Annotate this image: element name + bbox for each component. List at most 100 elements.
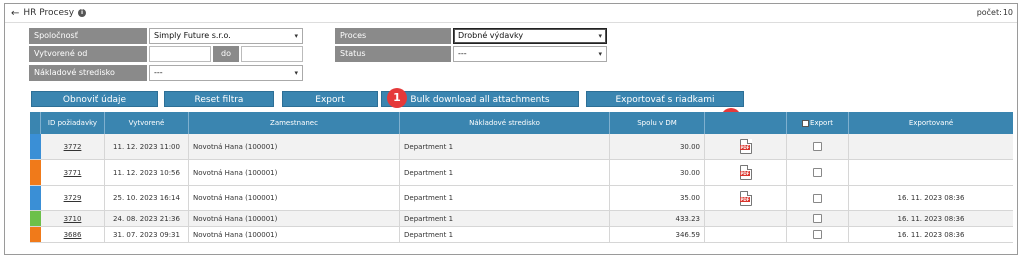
export-cell [787,134,849,159]
company-select[interactable]: Simply Future s.r.o. ▾ [149,28,303,44]
request-id-link[interactable]: 3710 [64,215,82,223]
export-cell [787,186,849,210]
employee-cell: Novotná Hana (100001) [189,186,400,210]
pdf-icon[interactable] [739,139,752,154]
status-label: Status [335,46,451,62]
total-cell: 30.00 [610,134,705,159]
header-employee[interactable]: Zamestnanec [189,112,400,134]
header-exported[interactable]: Exportované [849,112,1013,134]
table-row: 3771 11. 12. 2023 10:56 Novotná Hana (1000… [30,160,1013,186]
company-label: Spoločnosť [29,28,147,44]
created-to-input[interactable] [241,46,303,62]
attachment-cell [705,186,787,210]
process-select-value: Drobné výdavky [458,31,524,40]
table-row: 3729 25. 10. 2023 16:14 Novotná Hana (1000… [30,186,1013,211]
annotation-marker-1: 1 [387,88,407,108]
status-select[interactable]: --- ▾ [453,46,607,62]
export-with-rows-button[interactable]: Exportovať s riadkami [586,91,744,107]
export-checkbox[interactable] [813,230,822,239]
cost-center-cell: Department 1 [400,227,610,242]
exported-cell: 16. 11. 2023 08:36 [897,214,965,223]
id-cell: 3710 [41,211,105,226]
pdf-icon[interactable] [739,190,752,206]
exported-cell: 16. 11. 2023 08:36 [897,230,965,239]
request-id-link[interactable]: 3772 [64,143,82,151]
table-row: 3710 24. 08. 2023 21:36 Novotná Hana (1000… [30,211,1013,227]
header-export-label: Export [810,119,833,127]
chevron-down-icon: ▾ [598,32,602,40]
created-to-label: do [213,46,239,62]
count-value: 10 [1002,8,1013,17]
chevron-down-icon: ▾ [294,69,298,77]
header-total[interactable]: Spolu v DM [610,112,705,134]
export-cell [787,211,849,226]
export-checkbox[interactable] [813,214,822,223]
chevron-down-icon: ▾ [294,32,298,40]
info-icon[interactable]: i [78,9,87,17]
created-cell: 25. 10. 2023 16:14 [105,186,189,210]
employee-cell: Novotná Hana (100001) [189,134,400,159]
table-row: 3686 31. 07. 2023 09:31 Novotná Hana (1000… [30,227,1013,243]
attachment-cell [705,134,787,159]
cost-center-cell: Department 1 [400,186,610,210]
cost-center-select[interactable]: --- ▾ [149,65,303,81]
count-label: počet: [976,8,1002,17]
created-cell: 11. 12. 2023 11:00 [105,134,189,159]
total-cell: 346.59 [610,227,705,242]
select-all-export-checkbox[interactable] [802,119,810,127]
status-stripe [30,134,41,159]
status-stripe [30,211,41,226]
created-from-label: Vytvorené od [29,46,147,62]
export-checkbox[interactable] [813,168,822,177]
total-cell: 433.23 [610,211,705,226]
exported-cell [849,134,1013,159]
header-created[interactable]: Vytvorené [105,112,189,134]
cost-center-cell: Department 1 [400,211,610,226]
export-checkbox[interactable] [813,142,822,151]
id-cell: 3729 [41,186,105,210]
attachment-cell [705,211,787,226]
attachment-cell [705,227,787,242]
table-row: 3772 11. 12. 2023 11:00 Novotná Hana (1000… [30,134,1013,160]
bulk-download-button[interactable]: Bulk download all attachments [381,91,579,107]
cost-center-select-value: --- [154,68,163,77]
export-button[interactable]: Export [282,91,378,107]
cost-center-cell: Department 1 [400,160,610,185]
id-cell: 3771 [41,160,105,185]
request-id-link[interactable]: 3686 [64,231,82,239]
attachment-cell [705,160,787,185]
created-from-input[interactable] [149,46,211,62]
request-id-link[interactable]: 3729 [64,194,82,202]
total-cell: 35.00 [610,186,705,210]
reset-filter-button[interactable]: Reset filtra [164,91,274,107]
process-label: Proces [335,28,451,44]
export-checkbox[interactable] [813,193,822,203]
header-cost-center[interactable]: Nákladové stredisko [400,112,610,134]
company-select-value: Simply Future s.r.o. [154,31,231,40]
pdf-icon[interactable] [739,165,752,180]
refresh-button[interactable]: Obnoviť údaje [31,91,158,107]
hr-processes-window: ← HR Procesy i počet:10 Spoločnosť Simpl… [4,3,1018,255]
id-cell: 3772 [41,134,105,159]
status-stripe [30,227,41,242]
header-id[interactable]: ID požiadavky [41,112,105,134]
created-cell: 11. 12. 2023 10:56 [105,160,189,185]
header-export: Export [787,112,849,134]
exported-cell: 16. 11. 2023 08:36 [897,194,965,202]
header-status [30,112,41,134]
employee-cell: Novotná Hana (100001) [189,211,400,226]
page-title: HR Procesy [23,8,75,18]
header-attachment [705,112,787,134]
request-id-link[interactable]: 3771 [64,169,82,177]
process-select[interactable]: Drobné výdavky ▾ [453,28,607,44]
status-select-value: --- [458,49,467,58]
arrow-left-icon[interactable]: ← [11,8,19,19]
cost-center-label: Nákladové stredisko [29,65,147,81]
export-cell [787,160,849,185]
record-count: počet:10 [977,8,1013,17]
status-stripe [30,186,41,210]
employee-cell: Novotná Hana (100001) [189,160,400,185]
page-header: ← HR Procesy i [11,6,87,20]
exported-cell [849,160,1013,185]
created-cell: 31. 07. 2023 09:31 [105,227,189,242]
